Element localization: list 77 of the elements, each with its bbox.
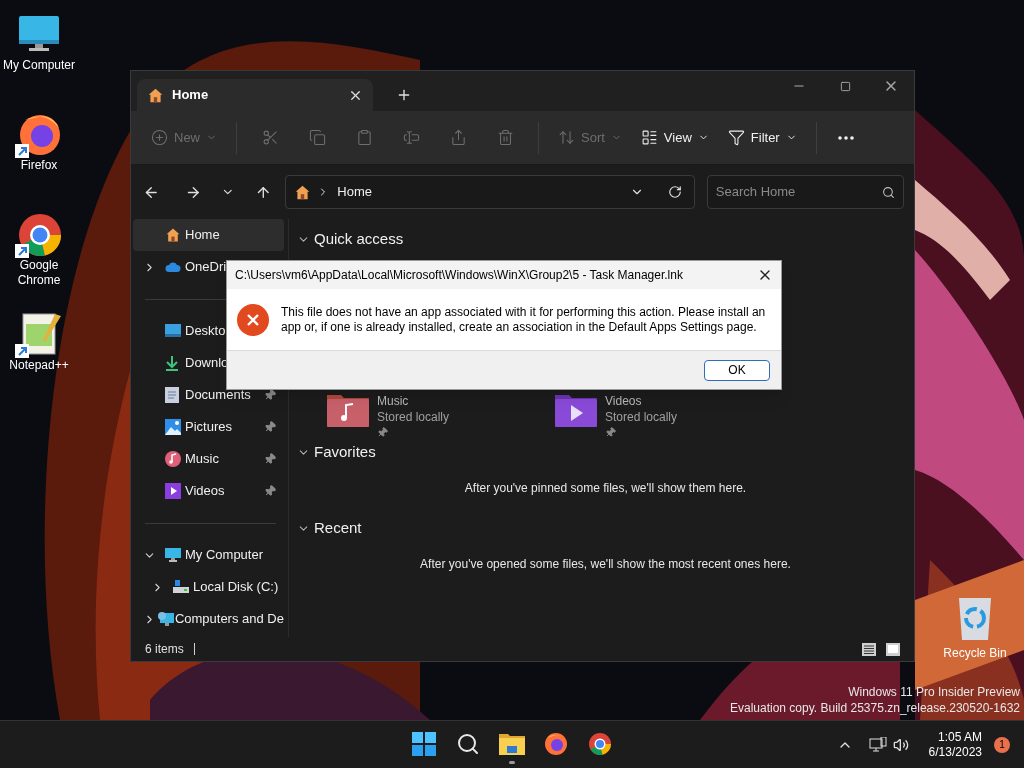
sidebar-item[interactable]: Music xyxy=(133,443,284,475)
house-icon xyxy=(147,86,164,104)
maximize-icon[interactable] xyxy=(839,80,851,92)
sidebar-label: Deskto xyxy=(185,322,226,341)
sidebar-label: Documents xyxy=(185,386,251,405)
desktop-icon-label[interactable]: Notepad++ xyxy=(0,358,78,373)
refresh-icon[interactable] xyxy=(667,185,682,199)
empty-message: After you've opened some files, we'll show the most recent ones here. xyxy=(420,556,791,573)
clock-time: 1:05 AM xyxy=(937,729,982,745)
empty-message: After you've pinned some files, we'll show them here. xyxy=(464,480,747,497)
sidebar-label: Pictures xyxy=(185,418,232,437)
picture-icon xyxy=(165,419,181,435)
section-heading[interactable]: Quick access xyxy=(314,227,404,251)
view-button[interactable]: View xyxy=(632,121,717,154)
sidebar-item[interactable]: Videos xyxy=(133,475,284,507)
ok-button[interactable]: OK xyxy=(704,359,770,381)
error-icon xyxy=(237,303,269,336)
sidebar-label: Home xyxy=(185,226,220,245)
desktop-icon-label[interactable]: My Computer xyxy=(0,58,78,73)
section-heading[interactable]: Recent xyxy=(314,516,362,540)
fox-globe-icon[interactable] xyxy=(544,732,568,756)
search-field[interactable]: Search Home xyxy=(706,175,904,209)
folder-detail: Stored locally xyxy=(377,409,450,425)
os-notice-text: Windows 11 Pro Insider Preview xyxy=(848,684,1020,700)
cloud-icon xyxy=(165,261,181,273)
folder-icon[interactable] xyxy=(499,733,525,755)
volume-icon[interactable] xyxy=(892,736,909,753)
address-bar[interactable]: Home xyxy=(285,175,695,209)
music-folder-icon xyxy=(327,393,369,427)
sidebar-label: OneDri xyxy=(185,258,227,277)
notification-badge[interactable]: 1 xyxy=(994,736,1010,753)
windows-logo-icon[interactable] xyxy=(412,732,436,756)
sidebar-item[interactable]: Computers and De xyxy=(133,603,284,635)
desktop-icon-label[interactable]: Google Chrome xyxy=(0,258,78,288)
sidebar-item[interactable]: Home xyxy=(133,219,284,251)
tiles-view-icon[interactable] xyxy=(886,642,900,656)
video-icon xyxy=(165,483,181,499)
dialog-title: C:\Users\vm6\AppData\Local\Microsoft\Windows\WinX\Group2\5 - Task Manager.lnk xyxy=(235,267,684,284)
desktop-icon-label[interactable]: Firefox xyxy=(0,158,78,173)
music-icon xyxy=(165,451,181,467)
folder-name[interactable]: Music xyxy=(377,393,450,409)
sidebar-item[interactable]: Local Disk (C:) xyxy=(133,571,284,603)
clock[interactable]: 1:05 AM 6/13/2023 xyxy=(928,729,982,760)
tab[interactable]: Home xyxy=(137,79,373,111)
sidebar-label: Music xyxy=(185,450,219,469)
item-count: 6 items xyxy=(145,641,184,658)
new-tab-icon[interactable] xyxy=(396,87,412,103)
desktop-icon-label[interactable]: Recycle Bin xyxy=(943,644,1007,662)
sidebar-label: Computers and De xyxy=(174,610,284,629)
desktop-icon xyxy=(165,324,181,338)
clock-date: 6/13/2023 xyxy=(928,744,982,760)
sidebar-label: Local Disk (C:) xyxy=(193,578,279,597)
sidebar-label: Videos xyxy=(185,482,225,501)
folder-name[interactable]: Videos xyxy=(605,393,678,409)
chrome-ball-icon[interactable] xyxy=(588,732,612,756)
sidebar-item[interactable]: Pictures xyxy=(133,411,284,443)
network-icon[interactable] xyxy=(868,736,887,753)
search-placeholder: Search Home xyxy=(715,183,797,202)
dialog-message: This file does not have an app associated with it for performing this action. Please install an app or, if one is already installed, create an association in the Default Apps Settings page. xyxy=(281,304,767,335)
sidebar-item[interactable]: My Computer xyxy=(133,539,284,571)
filter-button[interactable]: Filter xyxy=(719,121,805,154)
sidebar-label: My Computer xyxy=(185,546,264,565)
search-icon xyxy=(882,185,895,199)
folder-detail: Stored locally xyxy=(605,409,678,425)
monitor-icon xyxy=(165,547,181,563)
video-folder-icon xyxy=(555,393,597,427)
download-icon xyxy=(165,355,179,371)
document-icon xyxy=(165,387,179,403)
section-heading[interactable]: Favorites xyxy=(314,440,376,464)
drive-icon xyxy=(173,580,189,594)
address-text: Home xyxy=(337,183,373,202)
details-view-icon[interactable] xyxy=(862,642,876,656)
tab-title: Home xyxy=(172,86,210,105)
house-icon xyxy=(294,183,312,201)
search-icon[interactable] xyxy=(456,732,480,756)
network-icon xyxy=(156,611,175,627)
house-icon xyxy=(165,227,181,243)
